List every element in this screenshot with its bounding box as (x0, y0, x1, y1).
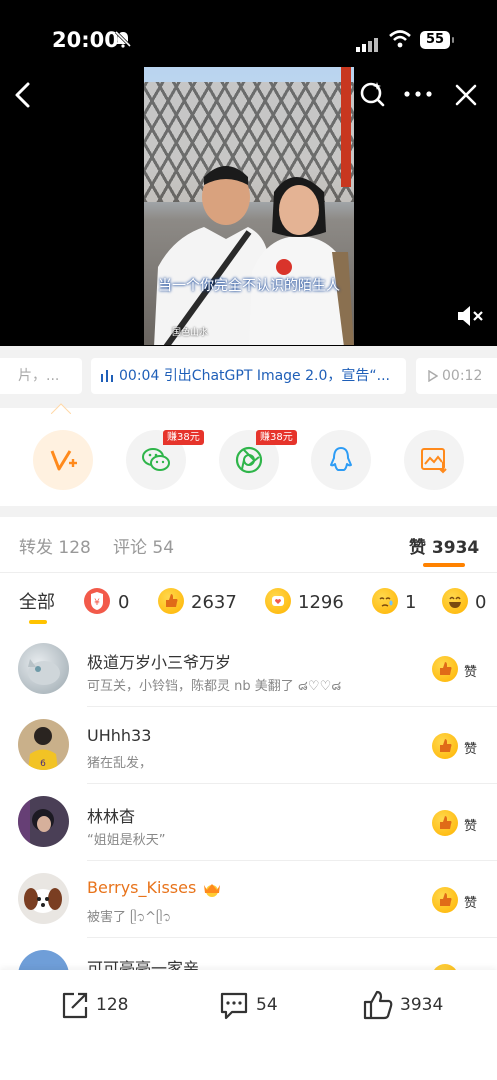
like-label: 赞 (464, 742, 478, 757)
play-icon (428, 369, 439, 383)
status-time: 20:00 (52, 28, 119, 52)
playing-bars-icon (101, 370, 113, 382)
sad-count: 1 (405, 592, 417, 613)
save-image-button[interactable] (404, 430, 464, 490)
reward-count: 0 (118, 592, 130, 613)
heart-reaction-icon[interactable] (265, 588, 291, 614)
avatar[interactable]: 6 (18, 719, 69, 770)
save-image-icon (421, 448, 447, 474)
list-item[interactable]: 6 UHhh33 猪在乱发， 赞 (0, 707, 497, 784)
like-button[interactable]: 3934 (362, 988, 443, 1022)
search-icon[interactable] (358, 80, 386, 108)
v-plus-icon (50, 450, 77, 471)
chapter-chip-current[interactable]: 00:04 引出ChatGPT Image 2.0，宣告“... (91, 358, 406, 394)
chapter-strip[interactable]: 片，... 00:04 引出ChatGPT Image 2.0，宣告“... 0… (0, 346, 497, 408)
thumbs-up-count: 2637 (191, 592, 237, 613)
video-frame: 当一个你完全不认识的陌生人 国色山水 (144, 67, 354, 345)
cellular-signal-icon (356, 33, 380, 52)
chapter-time: 00:04 (119, 368, 160, 384)
close-icon[interactable] (454, 83, 478, 107)
laugh-count: 0 (475, 592, 487, 613)
status-bar: 20:00 55 (0, 0, 497, 66)
share-pointer (51, 403, 71, 414)
video-caption: 国色山水 (172, 328, 209, 338)
mute-bell-icon (114, 30, 132, 48)
heart-count: 1296 (298, 592, 344, 613)
moments-reward-badge: 赚38元 (256, 430, 297, 445)
repost-icon (62, 992, 88, 1019)
avatar[interactable] (18, 796, 69, 847)
section-divider (0, 506, 497, 517)
user-bio: 猪在乱发， (87, 756, 153, 771)
user-name-vip[interactable]: Berrys_Kisses (87, 878, 223, 898)
list-item[interactable]: Berrys_Kisses 被害了 ᥫ᭡^ᥫ᭡ 赞 (0, 861, 497, 938)
like-icon (432, 887, 458, 913)
laugh-reaction-icon[interactable] (442, 588, 468, 614)
user-bio: 可互关，小铃铛，陈都灵 nb 美翻了 ๘♡♡๘ (87, 679, 342, 694)
svg-text:¥: ¥ (94, 598, 100, 608)
like-label: 赞 (464, 665, 478, 680)
more-options-icon[interactable] (402, 86, 434, 102)
qq-penguin-icon (330, 447, 352, 471)
filter-all[interactable]: 全部 (19, 590, 55, 616)
chapter-chip[interactable]: 片，... (0, 358, 82, 394)
comment-icon (220, 992, 248, 1020)
divider (0, 572, 497, 573)
like-icon (432, 656, 458, 682)
thumbs-up-reaction-icon[interactable] (158, 588, 184, 614)
tab-comment[interactable]: 评论 54 (113, 533, 174, 558)
like-label: 赞 (464, 819, 478, 834)
avatar[interactable] (18, 643, 69, 694)
crown-badge-icon (204, 883, 221, 897)
tab-repost[interactable]: 转发 128 (19, 533, 91, 558)
wechat-icon (142, 448, 170, 471)
thumbs-up-icon (363, 990, 393, 1020)
chapter-chip[interactable]: 00:12 (416, 358, 497, 394)
wifi-icon (389, 30, 411, 48)
reward-reaction-icon[interactable]: ¥ (84, 588, 110, 614)
user-name[interactable]: 林林杳 (87, 803, 135, 827)
battery-indicator: 55 (420, 31, 454, 49)
list-item[interactable]: 极道万岁小三爷万岁 可互关，小铃铛，陈都灵 nb 美翻了 ๘♡♡๘ 赞 (0, 630, 497, 707)
sad-reaction-icon[interactable] (372, 588, 398, 614)
tab-likes[interactable]: 赞 3934 (409, 533, 479, 558)
filter-indicator (29, 620, 47, 624)
volume-mute-icon[interactable] (455, 303, 485, 329)
user-bio: “姐姐是秋天” (87, 833, 166, 848)
like-icon (432, 733, 458, 759)
bottom-action-bar (0, 970, 497, 1080)
qq-share-button[interactable] (311, 430, 371, 490)
user-bio: 被害了 ᥫ᭡^ᥫ᭡ (87, 910, 172, 925)
like-icon (432, 810, 458, 836)
comment-button[interactable]: 54 (218, 988, 278, 1022)
chapter-title: 引出ChatGPT Image 2.0，宣告“... (163, 368, 390, 384)
active-tab-indicator (423, 563, 465, 567)
like-label: 赞 (464, 896, 478, 911)
video-player[interactable]: 20:00 55 当一个你完全不认识的陌生人 国色山水 (0, 0, 497, 346)
list-item[interactable]: 林林杳 “姐姐是秋天” 赞 (0, 784, 497, 861)
repost-button[interactable]: 128 (60, 988, 128, 1022)
user-name[interactable]: 极道万岁小三爷万岁 (87, 649, 231, 673)
moments-shutter-icon (235, 446, 263, 474)
user-name[interactable]: UHhh33 (87, 726, 151, 745)
vlog-share-button[interactable] (33, 430, 93, 490)
svg-text:6: 6 (40, 759, 46, 769)
wechat-reward-badge: 赚38元 (163, 430, 204, 445)
video-subtitle: 当一个你完全不认识的陌生人 (158, 278, 340, 294)
back-arrow-icon[interactable] (10, 80, 36, 110)
avatar[interactable] (18, 873, 69, 924)
